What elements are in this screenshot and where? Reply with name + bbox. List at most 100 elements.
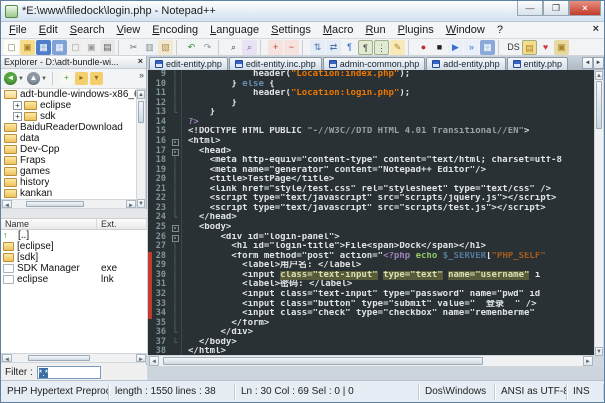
fold-margin[interactable]: -: [169, 137, 182, 147]
code-line-18[interactable]: 18│ <meta http-equiv="content-type" cont…: [148, 156, 594, 166]
paste-icon[interactable]: ▧: [158, 40, 173, 55]
menu-close-icon[interactable]: ×: [593, 23, 599, 35]
tree-item-history[interactable]: history: [1, 177, 137, 188]
tab-scroll-right-icon[interactable]: ►: [593, 57, 604, 69]
sync-to-document-icon[interactable]: ▸: [75, 72, 88, 85]
tree-item-Dev-Cpp[interactable]: Dev-Cpp: [1, 144, 137, 155]
code-line-21[interactable]: 21│ <link href="style/test.css" rel="sty…: [148, 185, 594, 195]
code-line-28[interactable]: 28│ <form method="post" action="<?php ec…: [148, 252, 594, 262]
code-area[interactable]: 9│ header("Location:index.php");10│ } el…: [148, 70, 594, 357]
tab-add-entity.php[interactable]: add-entity.php: [426, 57, 505, 70]
tab-scroll-left-icon[interactable]: ◄: [582, 57, 593, 69]
file-row-[sdk][interactable]: [sdk]: [1, 252, 147, 263]
indent-guide-icon[interactable]: ⋮: [374, 40, 389, 55]
scroll-thumb[interactable]: [138, 101, 144, 123]
tab-entity.php[interactable]: entity.php: [507, 57, 568, 70]
go-up-icon[interactable]: ▲: [27, 72, 40, 85]
word-wrap-icon[interactable]: ¶: [342, 40, 357, 55]
code-line-14[interactable]: 14 ?>: [148, 118, 594, 128]
menu-encoding[interactable]: Encoding: [146, 23, 204, 37]
save-icon[interactable]: ▦: [36, 40, 51, 55]
zoom-out-icon[interactable]: −: [284, 40, 299, 55]
dropdown-caret-icon[interactable]: ▼: [18, 76, 24, 82]
fold-box-icon[interactable]: -: [172, 139, 179, 146]
playback-macro-icon[interactable]: ▶: [448, 40, 463, 55]
open-file-icon[interactable]: ▣: [20, 40, 35, 55]
code-line-24[interactable]: 24└ </head>: [148, 213, 594, 223]
menu-file[interactable]: File: [3, 23, 33, 37]
menu-macro[interactable]: Macro: [317, 23, 360, 37]
fold-box-icon[interactable]: -: [172, 225, 179, 232]
scroll-down-icon[interactable]: ▼: [595, 347, 603, 356]
new-file-icon[interactable]: ▢: [4, 40, 19, 55]
code-line-31[interactable]: 31│ <label>密码: </label>: [148, 280, 594, 290]
scroll-thumb[interactable]: [596, 81, 602, 129]
scroll-up-icon[interactable]: ▲: [137, 90, 145, 99]
expand-icon[interactable]: +: [13, 101, 22, 110]
tree-item-kankan[interactable]: kankan: [1, 188, 137, 199]
close-icon[interactable]: ▢: [68, 40, 83, 55]
open-folder-icon[interactable]: ▾: [90, 72, 103, 85]
save-macro-icon[interactable]: ▦: [480, 40, 495, 55]
menu-help[interactable]: ?: [491, 23, 509, 37]
new-file-icon[interactable]: +: [60, 72, 73, 85]
tree-item-adt-bundle-windows-x86_64-2013[interactable]: adt-bundle-windows-x86_64-2013: [1, 89, 137, 100]
editor-vertical-scrollbar[interactable]: ▲ ▼: [594, 70, 604, 357]
fold-box-icon[interactable]: -: [172, 235, 179, 242]
code-line-30[interactable]: 30│ <input class="text-input" type="text…: [148, 271, 594, 281]
tree-item-eclipse[interactable]: +eclipse: [1, 100, 137, 111]
scroll-left-icon[interactable]: ◄: [2, 354, 12, 362]
stop-recording-icon[interactable]: ■: [432, 40, 447, 55]
scroll-thumb[interactable]: [26, 201, 84, 207]
tree-vertical-scrollbar[interactable]: ▲ ▼: [136, 89, 146, 209]
menu-edit[interactable]: Edit: [33, 23, 64, 37]
file-row-[eclipse][interactable]: [eclipse]: [1, 241, 147, 252]
code-line-10[interactable]: 10│ } else {: [148, 80, 594, 90]
filter-input[interactable]: *.*: [37, 366, 101, 379]
replace-icon[interactable]: ⌕: [242, 40, 257, 55]
file-list-horizontal-scrollbar[interactable]: ◄ ►: [1, 353, 147, 363]
scroll-left-icon[interactable]: ◄: [2, 200, 12, 208]
scroll-up-icon[interactable]: ▲: [595, 71, 603, 80]
code-line-33[interactable]: 33│ <input class="button" type="submit" …: [148, 300, 594, 310]
tree-item-data[interactable]: data: [1, 133, 137, 144]
explorer-title-bar[interactable]: Explorer - D:\adt-bundle-wi... ×: [1, 56, 146, 69]
code-line-12[interactable]: 12│ }: [148, 99, 594, 109]
scroll-right-icon[interactable]: ►: [126, 200, 136, 208]
menu-window[interactable]: Window: [440, 23, 491, 37]
code-line-36[interactable]: 36└ </div>: [148, 328, 594, 338]
explorer-close-icon[interactable]: ×: [138, 56, 143, 66]
code-line-25[interactable]: 25- <body>: [148, 223, 594, 233]
file-row-eclipse[interactable]: eclipselnk: [1, 274, 147, 285]
record-macro-icon[interactable]: ●: [416, 40, 431, 55]
fold-margin[interactable]: -: [169, 223, 182, 233]
tree-item-BaiduReaderDownload[interactable]: BaiduReaderDownload: [1, 122, 137, 133]
code-line-23[interactable]: 23│ <script type="text/javascript" src="…: [148, 204, 594, 214]
tab-edit-entity.inc.php[interactable]: edit-entity.inc.php: [229, 57, 322, 70]
title-bar[interactable]: *E:\www\filedock\login.php - Notepad++: [1, 1, 604, 22]
show-all-characters-icon[interactable]: ¶: [358, 40, 373, 55]
fold-margin[interactable]: -: [169, 147, 182, 157]
minimize-button[interactable]: —: [517, 1, 543, 16]
menu-language[interactable]: Language: [204, 23, 265, 37]
menu-run[interactable]: Run: [359, 23, 391, 37]
code-line-34[interactable]: 34│ <input class="check" type="checkbox"…: [148, 309, 594, 319]
code-line-13[interactable]: 13└ }: [148, 108, 594, 118]
plugin-folder-icon[interactable]: ▣: [554, 40, 569, 55]
doc-monitor-icon[interactable]: ▤: [522, 40, 537, 55]
code-line-15[interactable]: 15 <!DOCTYPE HTML PUBLIC "-//W3C//DTD HT…: [148, 127, 594, 137]
code-line-19[interactable]: 19│ <meta name="generator" content="Note…: [148, 166, 594, 176]
code-line-22[interactable]: 22│ <script type="text/javascript" src="…: [148, 194, 594, 204]
menu-plugins[interactable]: Plugins: [392, 23, 440, 37]
code-line-32[interactable]: 32│ <input class="text-input" type="pass…: [148, 290, 594, 300]
fold-margin[interactable]: -: [169, 233, 182, 243]
go-back-icon[interactable]: ◄: [4, 72, 17, 85]
code-line-17[interactable]: 17- <head>: [148, 147, 594, 157]
scroll-thumb[interactable]: [28, 355, 90, 361]
find-icon[interactable]: ⌕: [226, 40, 241, 55]
file-row-[..][interactable]: ↑[..]: [1, 230, 147, 241]
panel-splitter[interactable]: [1, 209, 147, 218]
dspellcheck-icon[interactable]: DS: [506, 40, 521, 55]
redo-icon[interactable]: ↷: [200, 40, 215, 55]
copy-icon[interactable]: ▥: [142, 40, 157, 55]
